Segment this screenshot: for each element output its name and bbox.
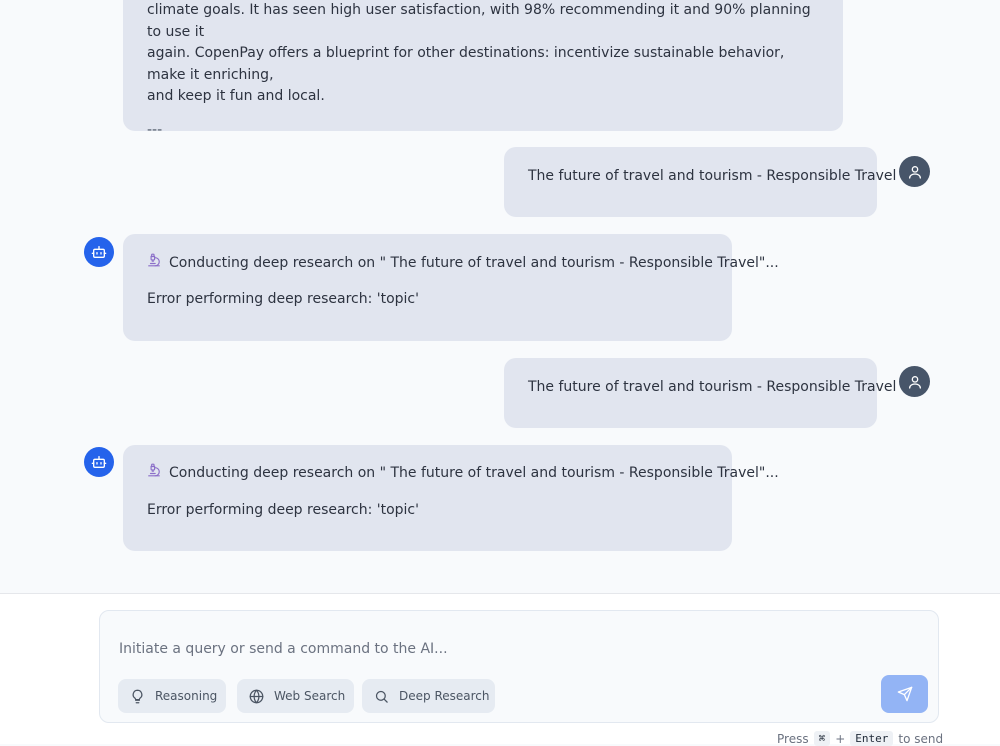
- separator-text: ---: [147, 121, 163, 138]
- status-text: Conducting deep research on " The future…: [169, 465, 779, 481]
- message-paragraph: climate goals. It has seen high user sat…: [147, 0, 819, 108]
- bot-icon: [91, 246, 107, 258]
- assistant-message: Conducting deep research on " The future…: [123, 445, 779, 551]
- composer-area: Initiate a query or send a command to th…: [0, 593, 1000, 746]
- user-avatar: [899, 366, 930, 397]
- microscope-icon: [147, 463, 169, 483]
- user-message: The future of travel and tourism - Respo…: [504, 358, 896, 428]
- reasoning-label: Reasoning: [155, 689, 218, 703]
- message-input[interactable]: Initiate a query or send a command to th…: [119, 641, 448, 657]
- web-search-button[interactable]: Web Search: [237, 679, 354, 713]
- hint-suffix: to send: [898, 731, 944, 746]
- send-icon: [897, 686, 912, 702]
- assistant-message: Conducting deep research on " The future…: [123, 234, 779, 341]
- bot-icon: [91, 456, 107, 468]
- hint-plus: +: [835, 731, 846, 746]
- composer: Initiate a query or send a command to th…: [99, 610, 939, 723]
- user-message: The future of travel and tourism - Respo…: [504, 147, 896, 217]
- user-message-text: The future of travel and tourism - Respo…: [528, 379, 897, 395]
- search-icon: [375, 690, 388, 703]
- deep-research-button[interactable]: Deep Research: [362, 679, 495, 713]
- lightbulb-icon: [132, 689, 143, 703]
- assistant-avatar: [84, 447, 114, 477]
- message-line: climate goals. It has seen high user sat…: [147, 2, 811, 40]
- message-line: again. CopenPay offers a blueprint for o…: [147, 45, 785, 83]
- status-text: Conducting deep research on " The future…: [169, 255, 779, 271]
- user-message-text: The future of travel and tourism - Respo…: [528, 168, 897, 184]
- hint-press: Press: [777, 731, 809, 746]
- error-text: Error performing deep research: 'topic': [147, 291, 419, 307]
- chat-thread: climate goals. It has seen high user sat…: [0, 0, 1000, 594]
- user-avatar: [899, 156, 930, 187]
- status-line: Conducting deep research on " The future…: [147, 463, 779, 483]
- user-icon: [908, 375, 921, 389]
- deep-research-label: Deep Research: [399, 689, 490, 703]
- status-line: Conducting deep research on " The future…: [147, 253, 779, 273]
- globe-icon: [249, 689, 264, 703]
- error-text: Error performing deep research: 'topic': [147, 502, 419, 518]
- assistant-message: climate goals. It has seen high user sat…: [123, 0, 843, 138]
- microscope-icon: [147, 253, 169, 273]
- reasoning-button[interactable]: Reasoning: [118, 679, 226, 713]
- user-icon: [908, 165, 921, 179]
- assistant-avatar: [84, 237, 114, 267]
- web-search-label: Web Search: [274, 689, 346, 703]
- send-button[interactable]: [881, 675, 928, 713]
- message-line: and keep it fun and local.: [147, 88, 325, 104]
